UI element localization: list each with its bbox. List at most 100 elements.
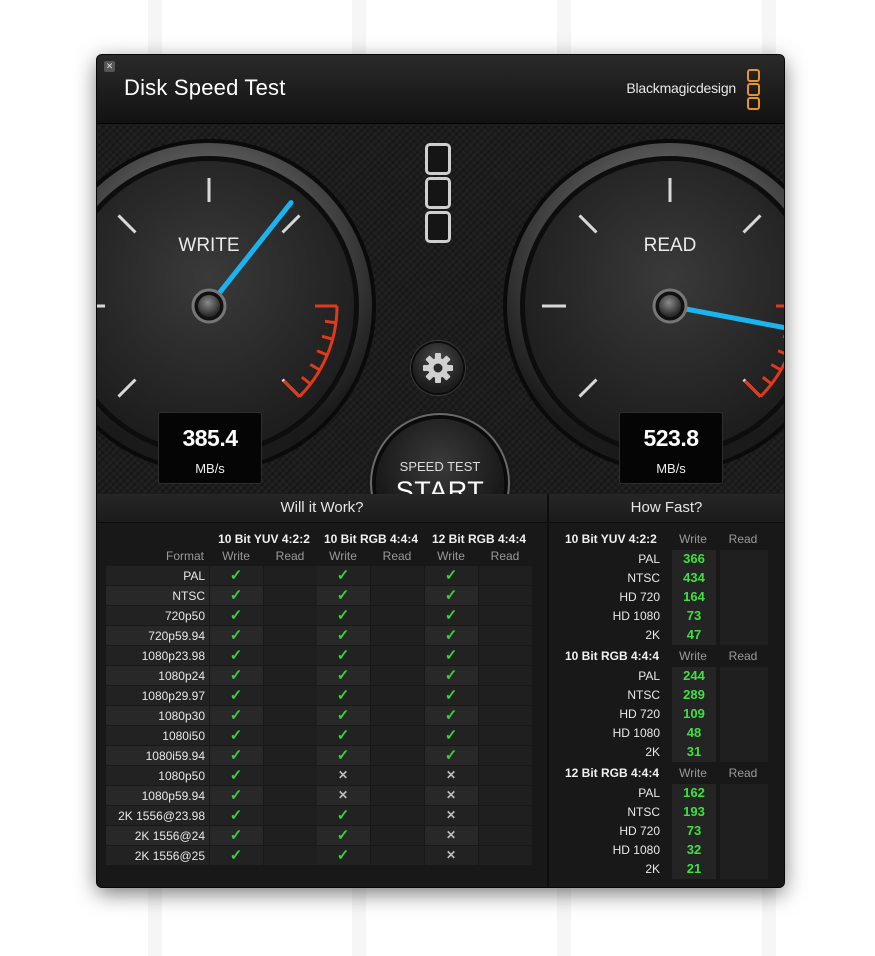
close-icon[interactable]: ✕ bbox=[104, 61, 115, 72]
column-header: 10 Bit RGB 4:4:4 bbox=[323, 532, 419, 546]
how-fast-label: PAL bbox=[638, 669, 660, 683]
check-icon: ✓ bbox=[229, 627, 243, 644]
check-icon: ✓ bbox=[229, 767, 243, 784]
read-cell bbox=[371, 806, 424, 825]
format-label: 1080i59.94 bbox=[145, 749, 205, 763]
how-fast-label: 2K bbox=[645, 862, 660, 876]
format-label: 1080p50 bbox=[158, 769, 205, 783]
read-label: READ bbox=[643, 235, 697, 256]
how-fast-label: PAL bbox=[638, 786, 660, 800]
how-fast-write-value: 289 bbox=[683, 687, 705, 702]
how-fast-label: NTSC bbox=[627, 688, 660, 702]
read-cell bbox=[264, 726, 317, 745]
how-fast-label: HD 1080 bbox=[612, 843, 660, 857]
write-subheader: Write bbox=[679, 532, 707, 546]
read-cell bbox=[371, 686, 424, 705]
read-cell bbox=[479, 586, 532, 605]
check-icon: ✓ bbox=[229, 647, 243, 664]
read-cell bbox=[371, 606, 424, 625]
read-cell bbox=[264, 646, 317, 665]
write-subheader: Write bbox=[329, 549, 357, 563]
read-cell bbox=[371, 626, 424, 645]
read-cell bbox=[264, 566, 317, 585]
how-fast-write-value: 193 bbox=[683, 804, 705, 819]
how-fast-label: HD 1080 bbox=[612, 609, 660, 623]
how-fast-label: HD 1080 bbox=[612, 726, 660, 740]
results-area: Will it Work? How Fast? Format 10 Bit YUV… bbox=[97, 494, 784, 887]
read-cell bbox=[479, 806, 532, 825]
read-cell bbox=[479, 706, 532, 725]
read-subheader: Read bbox=[490, 549, 520, 563]
how-fast-write-value: 434 bbox=[683, 570, 705, 585]
check-icon: ✓ bbox=[444, 567, 458, 584]
read-cell bbox=[264, 846, 317, 865]
read-cell bbox=[264, 606, 317, 625]
how-fast-write-value: 162 bbox=[683, 785, 705, 800]
how-fast-label: 2K bbox=[645, 628, 660, 642]
will-it-work-title: Will it Work? bbox=[97, 494, 547, 523]
write-readout: 385.4 MB/s bbox=[158, 412, 262, 484]
cross-icon: ✕ bbox=[445, 788, 457, 802]
how-fast-write-value: 109 bbox=[683, 706, 705, 721]
format-label: 1080i50 bbox=[162, 729, 205, 743]
read-cell bbox=[264, 826, 317, 845]
check-icon: ✓ bbox=[336, 847, 350, 864]
format-label: NTSC bbox=[172, 589, 205, 603]
cross-icon: ✕ bbox=[445, 848, 457, 862]
check-icon: ✓ bbox=[336, 607, 350, 624]
how-fast-label: HD 720 bbox=[619, 590, 660, 604]
check-icon: ✓ bbox=[336, 707, 350, 724]
check-icon: ✓ bbox=[444, 627, 458, 644]
read-cell bbox=[479, 626, 532, 645]
read-cell bbox=[371, 846, 424, 865]
check-icon: ✓ bbox=[444, 647, 458, 664]
column-header: 10 Bit YUV 4:2:2 bbox=[218, 532, 310, 546]
format-label: 2K 1556@23.98 bbox=[118, 809, 205, 823]
read-cell bbox=[479, 686, 532, 705]
check-icon: ✓ bbox=[444, 667, 458, 684]
app-window: ✕ Disk Speed Test Blackmagicdesign WRITE… bbox=[97, 55, 784, 887]
check-icon: ✓ bbox=[229, 827, 243, 844]
format-label: 720p59.94 bbox=[148, 629, 205, 643]
settings-button[interactable] bbox=[413, 343, 463, 393]
check-icon: ✓ bbox=[229, 747, 243, 764]
how-fast-group-title: 12 Bit RGB 4:4:4 bbox=[565, 766, 660, 780]
read-cell bbox=[479, 786, 532, 805]
check-icon: ✓ bbox=[229, 687, 243, 704]
how-fast-write-value: 366 bbox=[683, 551, 705, 566]
check-icon: ✓ bbox=[336, 727, 350, 744]
read-cell bbox=[479, 566, 532, 585]
check-icon: ✓ bbox=[336, 647, 350, 664]
column-header: 12 Bit RGB 4:4:4 bbox=[431, 532, 527, 546]
read-subheader: Read bbox=[728, 532, 758, 546]
read-cell bbox=[264, 586, 317, 605]
read-value: 523.8 bbox=[643, 425, 699, 451]
read-subheader: Read bbox=[275, 549, 305, 563]
read-cell bbox=[371, 766, 424, 785]
read-cell bbox=[371, 586, 424, 605]
read-cell bbox=[479, 726, 532, 745]
gauge-area: WRITE 385.4 MB/s READ 523.8 MB/s SPEED T… bbox=[97, 124, 784, 547]
cross-icon: ✕ bbox=[337, 788, 349, 802]
read-subheader: Read bbox=[728, 649, 758, 663]
read-cell bbox=[371, 826, 424, 845]
check-icon: ✓ bbox=[336, 667, 350, 684]
check-icon: ✓ bbox=[336, 687, 350, 704]
read-cell bbox=[371, 786, 424, 805]
read-cell bbox=[264, 806, 317, 825]
read-cell bbox=[479, 606, 532, 625]
redzone-tick bbox=[324, 319, 337, 325]
format-label: PAL bbox=[183, 569, 205, 583]
check-icon: ✓ bbox=[229, 567, 243, 584]
read-cell bbox=[264, 746, 317, 765]
how-fast-label: NTSC bbox=[627, 571, 660, 585]
how-fast-write-value: 31 bbox=[686, 744, 702, 759]
check-icon: ✓ bbox=[229, 727, 243, 744]
write-unit: MB/s bbox=[195, 461, 225, 476]
write-subheader: Write bbox=[679, 766, 707, 780]
format-header: Format bbox=[165, 549, 204, 563]
read-unit: MB/s bbox=[656, 461, 686, 476]
format-label: 2K 1556@24 bbox=[134, 829, 205, 843]
format-label: 1080p24 bbox=[158, 669, 205, 683]
read-cell bbox=[264, 786, 317, 805]
